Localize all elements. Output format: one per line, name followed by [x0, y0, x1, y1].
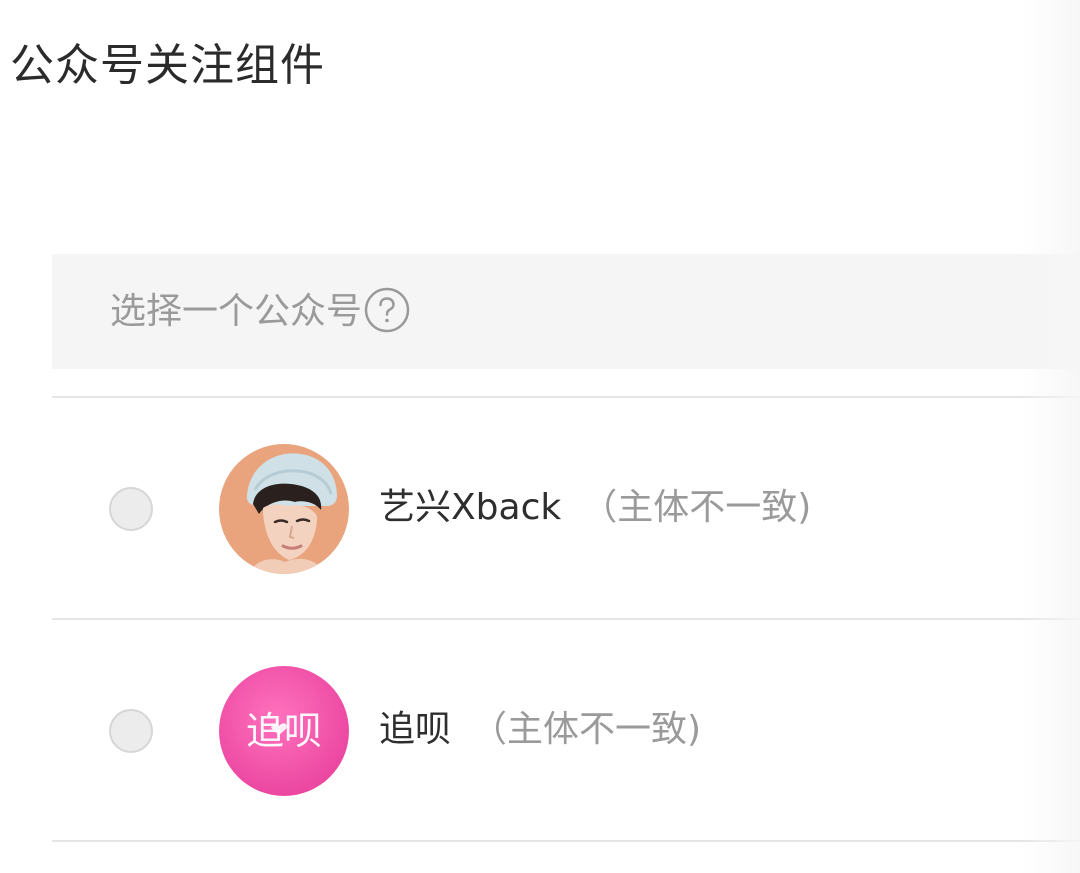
account-radio[interactable]: [109, 709, 153, 753]
account-name: 追呗: [379, 709, 452, 750]
avatar-logo-text: 追呗: [246, 709, 322, 753]
account-text: 艺兴Xback （主体不一致): [379, 483, 811, 533]
brand-logo-avatar: 追呗: [219, 666, 349, 796]
select-account-header: 选择一个公众号: [52, 254, 1080, 369]
question-circle-icon[interactable]: [364, 287, 410, 333]
account-radio[interactable]: [109, 487, 153, 531]
account-row-yixing-xback[interactable]: 艺兴Xback （主体不一致): [52, 398, 1080, 618]
select-account-label: 选择一个公众号: [110, 291, 363, 332]
page-title: 公众号关注组件: [10, 40, 325, 91]
person-photo-avatar: [219, 444, 349, 574]
divider: [52, 840, 1080, 842]
account-text: 追呗 （主体不一致): [379, 705, 701, 755]
select-account-label-wrap: 选择一个公众号: [110, 287, 410, 336]
account-note: （主体不一致): [471, 709, 702, 750]
account-note: （主体不一致): [581, 487, 812, 528]
account-name: 艺兴Xback: [379, 487, 562, 528]
account-row-zhuibei[interactable]: 追呗 追呗 （主体不一致): [52, 620, 1080, 840]
follow-widget-page: 公众号关注组件 选择一个公众号 艺兴Xback （主体不一致) 追呗 追呗 （主…: [0, 0, 1080, 873]
